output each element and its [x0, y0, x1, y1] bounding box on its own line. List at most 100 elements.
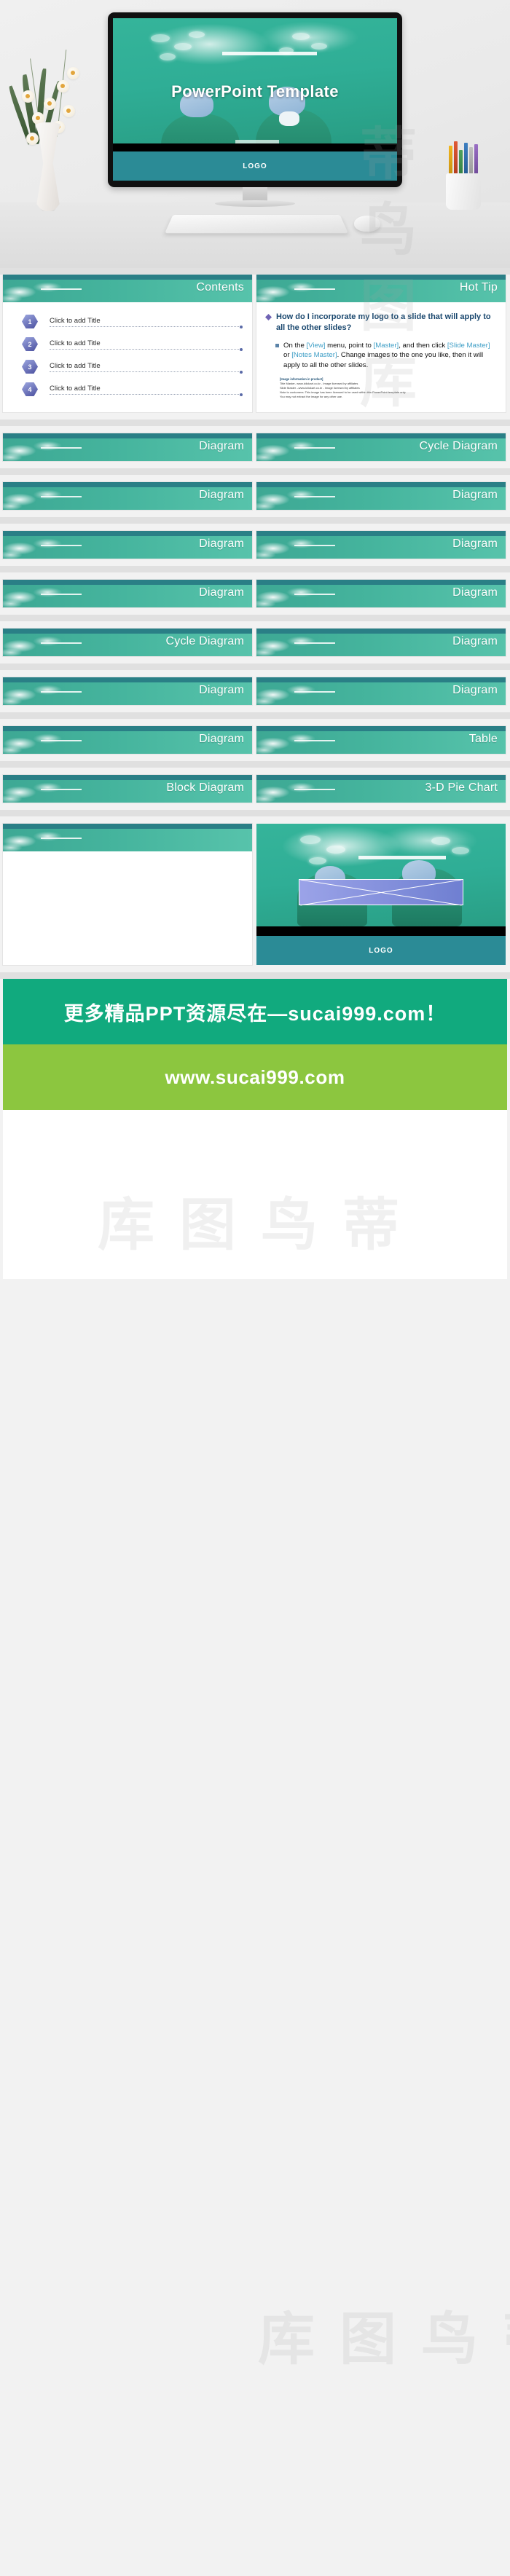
hero-logo-bar: LOGO	[113, 151, 397, 181]
row-spacer	[0, 566, 510, 572]
hex-number-icon: 1	[22, 315, 38, 328]
slide-title: Diagram	[452, 537, 498, 550]
answer-token: menu, point to	[325, 342, 374, 350]
contents-list: 1 Click to add Title 2 Click to add Titl…	[3, 302, 252, 412]
slide-header: Diagram	[3, 677, 252, 705]
slide-cycle-concept[interactable]: Cycle Diagram Add Your Text Concept B C …	[3, 629, 252, 656]
header-streak	[41, 447, 82, 449]
answer-token: On the	[283, 342, 307, 350]
slide-title: Contents	[196, 281, 244, 294]
slide-diagram-years[interactable]: Diagram 2001 2002 2003 2004 Your Text Yo…	[3, 677, 252, 705]
list-item[interactable]: 2 Click to add Title	[22, 337, 243, 351]
slide-row: LOGO	[0, 824, 510, 965]
monitor-screen: PowerPoint Template LOGO	[113, 18, 397, 181]
slide-header: Diagram	[3, 726, 252, 754]
slide-end[interactable]: LOGO	[256, 824, 506, 965]
fineprint-heading: [Image information in product]	[280, 377, 323, 381]
slide-title: Diagram	[452, 586, 498, 599]
tip-question-row: How do I incorporate my logo to a slide …	[265, 312, 495, 333]
slide-table[interactable]: Table TitleTitleTitleTitleTitleTitleOOOO…	[256, 726, 506, 754]
slide-body: How do I incorporate my logo to a slide …	[256, 302, 506, 412]
end-logo-bar: LOGO	[256, 936, 506, 965]
header-streak	[294, 691, 335, 693]
header-lamp-graphic	[3, 437, 86, 461]
list-item[interactable]: 1 Click to add Title	[22, 315, 243, 328]
footer-padding	[3, 1110, 507, 1279]
list-item-label: Click to add Title	[50, 385, 243, 396]
monitor-stand-neck	[243, 187, 267, 202]
list-item-label: Click to add Title	[50, 362, 243, 374]
tip-answer-row: On the [View] menu, point to [Master], a…	[275, 341, 495, 370]
keyboard	[165, 214, 348, 234]
header-streak	[41, 288, 82, 290]
header-lamp-graphic	[3, 827, 86, 851]
header-lamp-graphic	[3, 486, 86, 510]
header-streak	[294, 642, 335, 644]
slide-title: Cycle Diagram	[419, 440, 498, 452]
hex-number-icon: 2	[22, 337, 38, 351]
list-item-label: Click to add Title	[50, 317, 243, 328]
slide-pie-chart[interactable]: 3-D Pie Chart Text1 Text2 Text3 Text4	[256, 775, 506, 803]
header-lamp-graphic	[3, 779, 86, 803]
slide-diagram-themegallery[interactable]: Diagram Title ThemeGallery is a Design D…	[3, 580, 252, 607]
slide-row: Diagram Title Add your text ThemeGallery	[0, 433, 510, 461]
slide-block-diagram[interactable]: Block Diagram Add Your Text Add Your Tex…	[3, 775, 252, 803]
list-item[interactable]: 4 Click to add Title	[22, 382, 243, 396]
slide-title: Diagram	[452, 635, 498, 647]
slide-blank[interactable]	[3, 824, 252, 965]
slide-diagram-triangle[interactable]: Diagram Add Your Text Add Your Text Add …	[256, 677, 506, 705]
header-streak	[41, 740, 82, 741]
page-root: PowerPoint Template LOGO Contents 1 Clic…	[0, 0, 510, 2384]
slide-header: Diagram	[256, 580, 506, 607]
row-spacer	[0, 810, 510, 816]
header-streak	[41, 496, 82, 497]
slide-diagram-stairs[interactable]: Diagram Add Your Text Add Your Text Add …	[3, 531, 252, 559]
header-lamp-graphic	[256, 486, 340, 510]
header-streak	[294, 496, 335, 497]
row-spacer	[0, 712, 510, 719]
slide-title: Cycle Diagram	[165, 635, 244, 647]
slide-header: Diagram	[256, 482, 506, 510]
slide-header: Diagram	[3, 580, 252, 607]
slide-header: Diagram	[3, 433, 252, 461]
slide-header: 3-D Pie Chart	[256, 775, 506, 803]
slide-grid: Contents 1 Click to add Title 2 Click to…	[0, 275, 510, 979]
slide-title: Hot Tip	[459, 281, 498, 294]
slide-contents[interactable]: Contents 1 Click to add Title 2 Click to…	[3, 275, 252, 412]
answer-token: , and then click	[399, 342, 447, 350]
row-spacer	[0, 517, 510, 524]
slide-title: Diagram	[199, 684, 244, 696]
slide-diagram-bubble[interactable]: Diagram Title Add your text ThemeGallery	[3, 433, 252, 461]
slide-row: Cycle Diagram Add Your Text Concept B C …	[0, 629, 510, 656]
promo-banner-url[interactable]: www.sucai999.com	[3, 1044, 507, 1110]
slide-body: 1 Click to add Title 2 Click to add Titl…	[3, 302, 252, 412]
tip-answer: On the [View] menu, point to [Master], a…	[283, 341, 495, 370]
slide-diagram-concept[interactable]: Diagram Concept Text Text Add Your Text	[256, 482, 506, 510]
slide-row: Diagram Company History 2000 2000.10 Add…	[0, 726, 510, 754]
slide-diagram-cylinder[interactable]: Diagram Text Add Your Title Text Text 1 …	[3, 482, 252, 510]
slide-company-history[interactable]: Diagram Company History 2000 2000.10 Add…	[3, 726, 252, 754]
header-streak	[41, 545, 82, 546]
footer: 更多精品PPT资源尽在—sucai999.com！ www.sucai999.c…	[0, 979, 510, 1279]
end-black-bar	[256, 926, 506, 936]
header-streak	[294, 447, 335, 449]
row-spacer	[0, 615, 510, 621]
slide-cycle-spheres[interactable]: Cycle Diagram Add Your Text Cycle name T…	[256, 433, 506, 461]
header-lamp-graphic	[256, 437, 340, 461]
screen-black-bar	[113, 143, 397, 151]
slide-diagram-cards3[interactable]: Diagram 1 ThemeGallery is a Design Digit…	[256, 629, 506, 656]
answer-token-highlight: [Master]	[373, 342, 399, 350]
slide-row: Block Diagram Add Your Text Add Your Tex…	[0, 775, 510, 803]
slide-diagram-circles[interactable]: Diagram Text Text Add Your Title	[256, 580, 506, 607]
header-lamp-graphic	[256, 730, 340, 754]
slide-row: Contents 1 Click to add Title 2 Click to…	[0, 275, 510, 412]
slide-body	[3, 851, 252, 965]
slide-diagram-arrowbars[interactable]: Diagram Add Your Text Add Your Text Add …	[256, 531, 506, 559]
monitor: PowerPoint Template LOGO	[108, 12, 402, 187]
slide-hot-tip[interactable]: Hot Tip How do I incorporate my logo to …	[256, 275, 506, 412]
header-lamp-graphic	[256, 535, 340, 559]
list-item[interactable]: 3 Click to add Title	[22, 360, 243, 374]
square-bullet-icon	[275, 344, 279, 348]
tip-content: How do I incorporate my logo to a slide …	[256, 302, 506, 405]
header-lamp-graphic	[3, 632, 86, 656]
